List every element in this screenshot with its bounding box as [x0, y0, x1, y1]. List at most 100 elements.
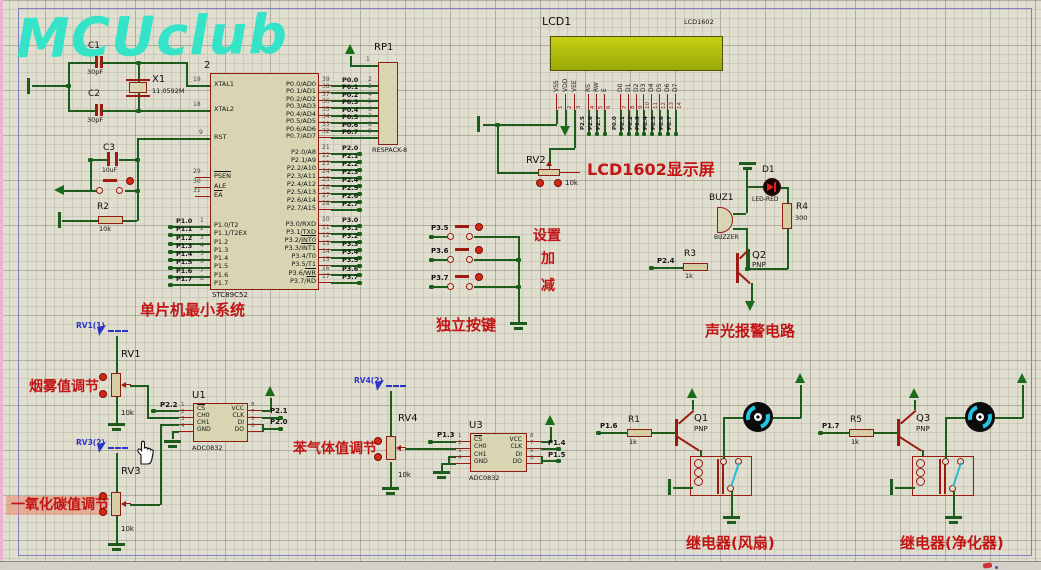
adjust-dot[interactable] — [99, 508, 107, 516]
ground-bar — [668, 479, 671, 495]
net-label: P3.6 — [431, 248, 449, 256]
adc-pin-number: 1 — [181, 402, 185, 408]
mcu-p2-pin-text: P2.1/A9 — [291, 156, 316, 164]
rv2-ref: RV2 — [526, 155, 546, 166]
mcu-pin-number: 9 — [199, 130, 203, 137]
resistor-value: 1k — [851, 439, 859, 446]
adjust-dot[interactable] — [536, 179, 544, 187]
adjust-dot[interactable] — [475, 223, 483, 231]
rv2-value: 10k — [565, 180, 578, 188]
adjust-dot[interactable] — [99, 492, 107, 500]
button-terminal[interactable] — [720, 458, 727, 465]
resistor[interactable] — [849, 429, 874, 437]
rv4-pot[interactable] — [386, 436, 396, 460]
key-cap[interactable] — [455, 248, 469, 251]
mcu-pin-number: 12 — [322, 233, 330, 240]
lcd-pin-name: VEE — [572, 72, 579, 92]
resistor-r4[interactable] — [782, 203, 792, 229]
adc-pin-number: 6 — [530, 455, 534, 461]
adjust-dot[interactable] — [374, 437, 382, 445]
caption-co: 一氧化碳值调节 — [11, 498, 109, 513]
probe-arrow[interactable] — [97, 442, 108, 453]
led-d1[interactable] — [763, 178, 781, 196]
probe-wire — [108, 330, 128, 332]
rv4-value: 10k — [398, 472, 411, 480]
wire — [441, 463, 456, 465]
adjust-dot[interactable] — [374, 453, 382, 461]
junction-dot — [357, 208, 362, 213]
key-cap[interactable] — [455, 275, 469, 278]
ground-symbol — [108, 543, 125, 546]
key-cap[interactable] — [455, 225, 469, 228]
lcd-screen[interactable] — [550, 36, 723, 71]
button-terminal[interactable] — [447, 283, 454, 290]
transistor-part: PNP — [694, 426, 708, 434]
adc-pin-number: 1 — [458, 433, 462, 439]
mcu-pin-number: 7 — [200, 268, 204, 275]
motor[interactable] — [743, 402, 773, 432]
cap-c3-value: 10uF — [102, 168, 117, 175]
adjust-dot[interactable] — [475, 246, 483, 254]
wire — [733, 213, 746, 215]
rv3-pot[interactable] — [111, 492, 121, 516]
wire — [390, 462, 392, 488]
wire — [518, 236, 520, 317]
reset-button-cap[interactable] — [103, 179, 117, 182]
adc-pin-text: CLK — [511, 443, 522, 450]
button-terminal[interactable] — [447, 256, 454, 263]
net-label: P3.5 — [342, 257, 358, 264]
mcu-p0-pin-text: P0.3/AD3 — [286, 102, 316, 110]
rv2-pot[interactable] — [538, 169, 560, 176]
net-label: P3.5 — [431, 225, 449, 233]
pin-stub — [179, 431, 193, 432]
adjust-dot[interactable] — [554, 179, 562, 187]
motor[interactable] — [965, 402, 995, 432]
mcu-pin-number: 16 — [322, 266, 330, 273]
adjust-dot[interactable] — [99, 373, 107, 381]
button-terminal[interactable] — [116, 187, 123, 194]
button-terminal[interactable] — [466, 256, 473, 263]
probe-arrow[interactable] — [97, 325, 108, 336]
adjust-dot[interactable] — [475, 273, 483, 281]
relay-coil — [694, 477, 703, 486]
resistor-r2[interactable] — [98, 216, 123, 224]
button-terminal[interactable] — [466, 233, 473, 240]
schematic-canvas: MCUclub 单片机最小系统 LCD1602显示屏 独立按键 声光报警电路 烟… — [0, 0, 1041, 570]
button-terminal[interactable] — [942, 458, 949, 465]
crystal[interactable] — [129, 82, 147, 93]
pin-stub — [248, 431, 262, 432]
resistor[interactable] — [627, 429, 652, 437]
net-label: P2.2 — [160, 402, 178, 410]
key-action-label: 减 — [541, 279, 555, 294]
transistor-ref: Q3 — [916, 413, 930, 424]
buzzer[interactable] — [717, 207, 733, 233]
mcu-pin-number: 3 — [200, 235, 204, 242]
junction-dot — [595, 132, 600, 137]
ground-symbol — [510, 322, 527, 325]
wire — [895, 487, 915, 489]
junction-dot — [666, 132, 671, 137]
adjust-dot[interactable] — [99, 390, 107, 398]
junction-dot — [516, 285, 521, 290]
lcd-net-label: P2.6 — [588, 112, 594, 130]
junction-dot — [619, 132, 624, 137]
rv1-pot[interactable] — [111, 373, 121, 397]
probe-arrow[interactable] — [375, 380, 386, 391]
respack[interactable] — [378, 62, 398, 145]
resistor-r3[interactable] — [683, 263, 708, 271]
junction-dot — [627, 132, 632, 137]
respack-pin-number: 9 — [368, 129, 372, 136]
wire — [574, 110, 576, 148]
ground-symbol-bar2 — [168, 445, 177, 448]
buzzer-part: BUZZER — [714, 235, 739, 242]
button-terminal[interactable] — [447, 233, 454, 240]
wire — [673, 487, 693, 489]
adjust-dot[interactable] — [126, 177, 134, 185]
key-action-label: 加 — [541, 252, 555, 267]
button-terminal[interactable] — [466, 283, 473, 290]
button-terminal[interactable] — [96, 187, 103, 194]
pin-stub — [717, 459, 719, 494]
mcu-pin-number: 36 — [322, 99, 330, 106]
pin-stub — [195, 196, 210, 197]
pin-stub — [939, 459, 941, 494]
